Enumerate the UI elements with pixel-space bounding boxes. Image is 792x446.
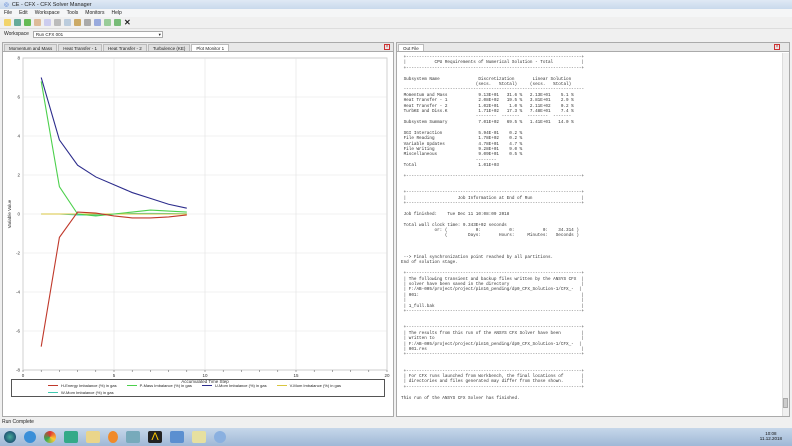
- y-tick-label: 6: [17, 95, 20, 100]
- legend-label: U-Mom Imbalance (%) in gas: [214, 382, 267, 388]
- workspace-value: Run CFX 001: [35, 31, 64, 37]
- menu-workspace[interactable]: Workspace: [35, 10, 60, 16]
- chevron-down-icon: ▾: [158, 31, 161, 37]
- network-icon[interactable]: [126, 431, 140, 443]
- workspace-select[interactable]: Run CFX 001 ▾: [32, 30, 163, 38]
- y-tick-label: -8: [16, 368, 20, 373]
- plot-icon[interactable]: [74, 19, 81, 26]
- workbench-icon[interactable]: [170, 431, 184, 443]
- plot-tabs: Momentum and Mass Heat Transfer - 1 Heat…: [3, 43, 393, 52]
- menu-file[interactable]: File: [4, 10, 12, 16]
- out-file-text: +---------------------------------------…: [401, 55, 585, 401]
- x-tick-label: 20: [384, 373, 390, 378]
- export-icon[interactable]: [94, 19, 101, 26]
- x-tick-label: 10: [202, 373, 208, 378]
- edit-icon[interactable]: [34, 19, 41, 26]
- check-icon[interactable]: [104, 19, 111, 26]
- save-icon[interactable]: [64, 19, 71, 26]
- ansys-icon[interactable]: Λ: [148, 431, 162, 443]
- menu-tools[interactable]: Tools: [67, 10, 79, 16]
- legend-item: U-Mom Imbalance (%) in gas: [201, 382, 267, 389]
- menu-help[interactable]: Help: [111, 10, 121, 16]
- y-tick-label: -6: [16, 329, 20, 334]
- tab-plot-monitor-1[interactable]: Plot Monitor 1: [191, 44, 230, 51]
- legend-label: W-Mom Imbalance (%) in gas: [61, 390, 114, 396]
- app-icon: ◎: [4, 1, 9, 8]
- menu-edit[interactable]: Edit: [19, 10, 28, 16]
- notepad-icon[interactable]: [192, 431, 206, 443]
- workspace-row: Workspace Run CFX 001 ▾: [0, 29, 792, 39]
- tab-momentum-mass[interactable]: Momentum and Mass: [4, 44, 58, 51]
- ie-icon[interactable]: [24, 431, 36, 443]
- legend-item: V-Mom Imbalance (%) in gas: [276, 382, 341, 389]
- legend-swatch: [201, 384, 212, 386]
- app-icon[interactable]: [64, 431, 78, 443]
- table-icon[interactable]: [84, 19, 91, 26]
- window-title: CE - CFX - CFX Solver Manager: [11, 1, 92, 8]
- plot-panel: Momentum and Mass Heat Transfer - 1 Heat…: [2, 42, 394, 417]
- tab-turbulence[interactable]: Turbulence (KE): [147, 44, 191, 51]
- stop-icon[interactable]: [54, 19, 61, 26]
- vertical-scrollbar[interactable]: [782, 53, 789, 416]
- x-tick-label: 5: [113, 373, 116, 378]
- new-run-icon[interactable]: [4, 19, 11, 26]
- chart-legend: H-Energy Imbalance (%) in gas P-Mass Imba…: [11, 379, 385, 397]
- taskbar: Λ 10:08 11.12.2018: [0, 428, 792, 446]
- residual-chart: 0 5 10 15 20-8-6-4-202468Accumulated Time St…: [7, 56, 390, 385]
- legend-label: P-Mass Imbalance (%) in gas: [139, 382, 192, 388]
- toolbar: ✕: [0, 17, 792, 29]
- close-icon[interactable]: ×: [384, 44, 390, 50]
- out-file-panel: Out File × +----------------------------…: [396, 42, 790, 417]
- y-axis-label: Variable Value: [7, 199, 12, 228]
- y-tick-label: 8: [17, 56, 20, 61]
- chrome-icon[interactable]: [44, 431, 56, 443]
- out-tabs: Out File: [397, 43, 789, 52]
- explorer-icon[interactable]: [86, 431, 100, 443]
- scrollbar-thumb[interactable]: [783, 398, 788, 408]
- y-tick-label: 0: [17, 212, 20, 217]
- y-tick-label: -2: [16, 251, 20, 256]
- legend-label: H-Energy Imbalance (%) in gas: [61, 382, 117, 388]
- cfx-icon[interactable]: [214, 431, 226, 443]
- media-icon[interactable]: [108, 431, 118, 443]
- monitor-run-icon[interactable]: [24, 19, 31, 26]
- legend-swatch: [48, 384, 58, 386]
- legend-swatch: [48, 392, 58, 394]
- tab-heat-transfer-1[interactable]: Heat Transfer - 1: [58, 44, 103, 51]
- status-bar: Run Complete: [2, 419, 34, 425]
- start-icon[interactable]: [4, 431, 16, 443]
- legend-swatch: [276, 384, 287, 386]
- define-run-icon[interactable]: [14, 19, 21, 26]
- tab-out-file[interactable]: Out File: [398, 44, 424, 51]
- title-bar: ◎ CE - CFX - CFX Solver Manager: [0, 0, 792, 9]
- close-icon[interactable]: ×: [774, 44, 780, 50]
- y-tick-label: -4: [16, 290, 20, 295]
- tab-heat-transfer-2[interactable]: Heat Transfer - 2: [103, 44, 147, 51]
- restart-icon[interactable]: [44, 19, 51, 26]
- workspace-label: Workspace: [4, 31, 29, 37]
- legend-item: W-Mom Imbalance (%) in gas: [48, 390, 114, 397]
- close-workspace-icon[interactable]: ✕: [124, 18, 131, 27]
- legend-swatch: [126, 384, 137, 386]
- x-tick-label: 0: [22, 373, 25, 378]
- x-tick-label: 15: [293, 373, 299, 378]
- menu-monitors[interactable]: Monitors: [85, 10, 104, 16]
- y-tick-label: 2: [17, 173, 20, 178]
- clock-date: 11.12.2018: [759, 436, 782, 441]
- grid-icon[interactable]: [114, 19, 121, 26]
- y-tick-label: 4: [17, 134, 20, 139]
- legend-item: P-Mass Imbalance (%) in gas: [126, 382, 192, 389]
- legend-item: H-Energy Imbalance (%) in gas: [48, 382, 117, 389]
- clock: 10:08 11.12.2018: [760, 431, 782, 441]
- legend-label: V-Mom Imbalance (%) in gas: [289, 382, 341, 388]
- menu-bar: File Edit Workspace Tools Monitors Help: [0, 9, 792, 17]
